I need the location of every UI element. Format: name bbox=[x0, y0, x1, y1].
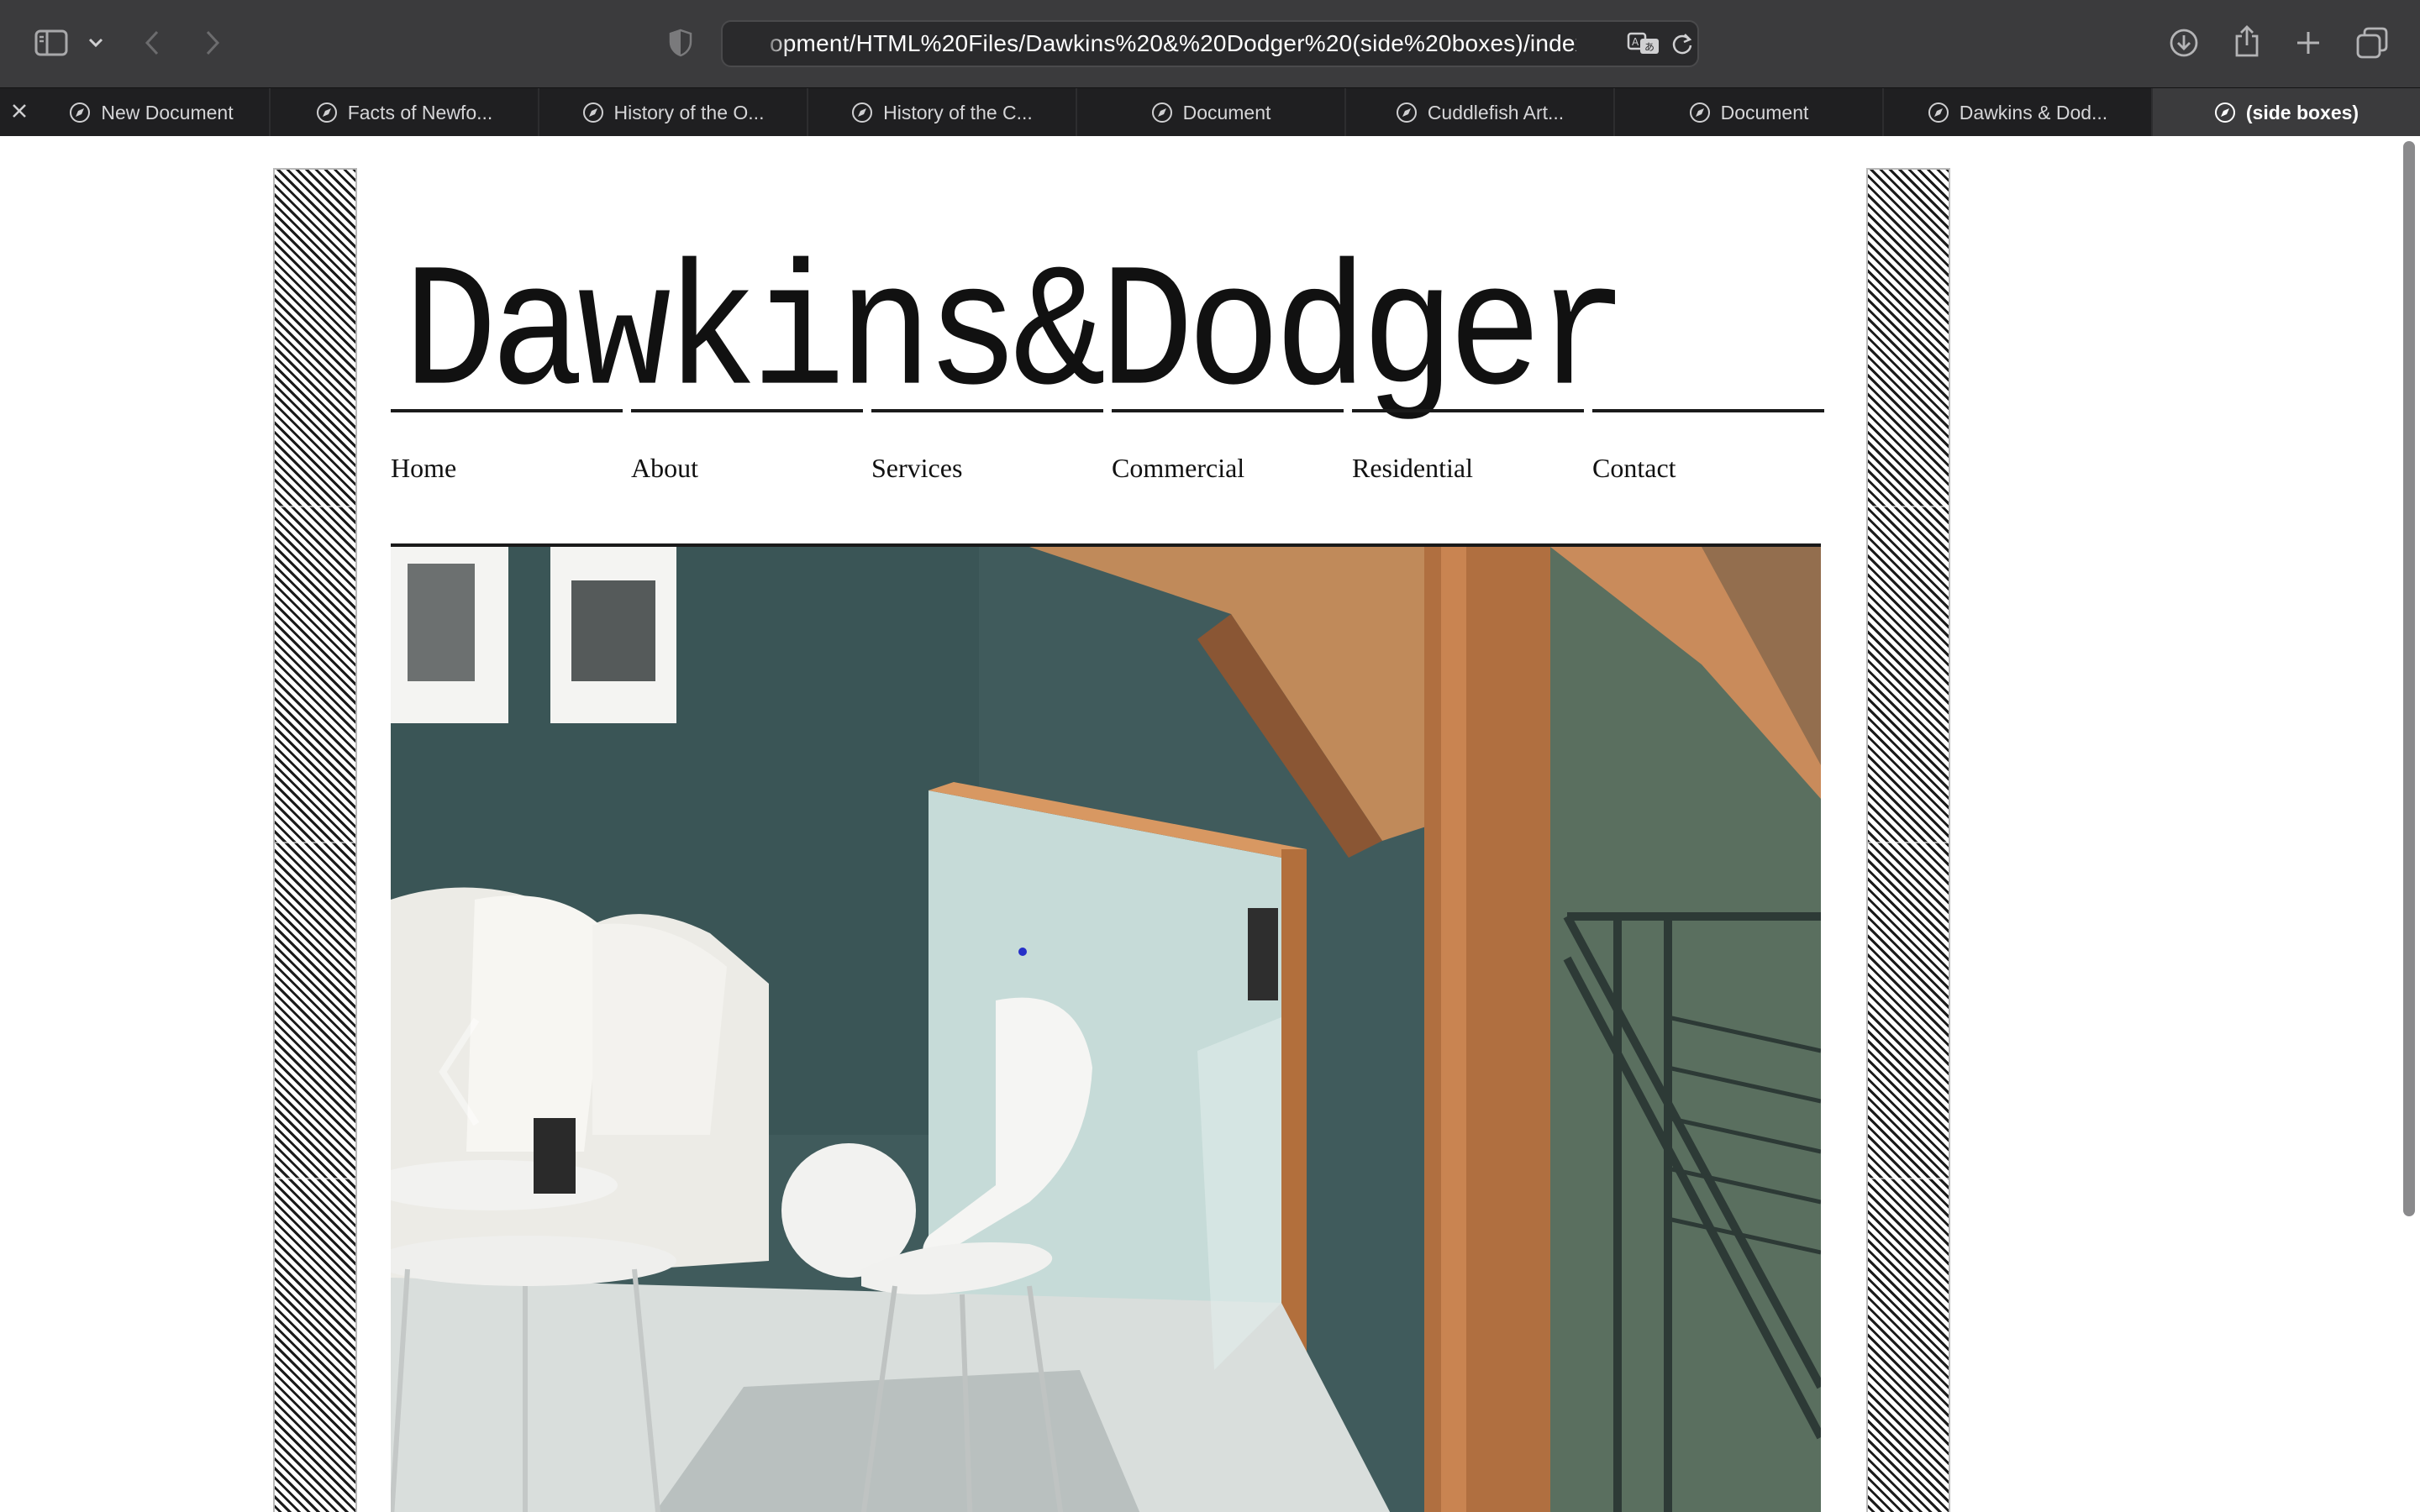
tab-label: History of the C... bbox=[883, 101, 1033, 123]
slider-prev-chevron-left-icon[interactable] bbox=[434, 1013, 485, 1131]
reload-icon[interactable] bbox=[1669, 30, 1696, 57]
nav-about[interactable]: About bbox=[631, 409, 863, 501]
nav-label[interactable]: Residential bbox=[1352, 453, 1473, 484]
nav-services[interactable]: Services bbox=[871, 409, 1103, 501]
forward-arrow-icon[interactable] bbox=[200, 25, 225, 60]
nav-home[interactable]: Home bbox=[391, 409, 623, 501]
nav-label[interactable]: Services bbox=[871, 453, 962, 484]
tab-label: Cuddlefish Art... bbox=[1427, 101, 1565, 123]
share-icon[interactable] bbox=[2230, 22, 2264, 60]
tab-label: Dawkins & Dod... bbox=[1959, 101, 2108, 123]
vertical-scrollbar[interactable] bbox=[2403, 141, 2415, 1216]
nav-contact[interactable]: Contact bbox=[1592, 409, 1824, 501]
url-text[interactable]: opment/HTML%20Files/Dawkins%20&%20Dodger… bbox=[770, 22, 1576, 66]
hero-slideshow-image bbox=[391, 543, 1821, 1512]
tab-history-of-the-o[interactable]: History of the O... bbox=[539, 88, 808, 137]
tab-document[interactable]: Document bbox=[1077, 88, 1346, 137]
compass-icon bbox=[1928, 102, 1949, 123]
tab-document-2[interactable]: Document bbox=[1615, 88, 1884, 137]
side-box-right bbox=[1866, 168, 1950, 1512]
compass-icon bbox=[70, 102, 91, 123]
nav-label[interactable]: Contact bbox=[1592, 453, 1676, 484]
browser-toolbar: opment/HTML%20Files/Dawkins%20&%20Dodger… bbox=[0, 0, 2420, 87]
url-fade bbox=[756, 25, 790, 62]
page-viewport: Dawkins&Dodger Home About Services Comme… bbox=[0, 136, 2420, 1512]
download-icon[interactable] bbox=[2166, 25, 2202, 60]
compass-icon bbox=[852, 102, 873, 123]
tab-label: Document bbox=[1182, 101, 1271, 123]
nav-commercial[interactable]: Commercial bbox=[1112, 409, 1344, 501]
svg-text:A: A bbox=[1632, 36, 1639, 48]
tab-label: History of the O... bbox=[613, 101, 765, 123]
compass-icon bbox=[1689, 102, 1710, 123]
tab-new-document[interactable]: New Document bbox=[34, 88, 271, 137]
compass-icon bbox=[582, 102, 603, 123]
tab-label: Document bbox=[1720, 101, 1809, 123]
tab-label: New Document bbox=[101, 101, 234, 123]
chevron-down-icon[interactable] bbox=[84, 32, 108, 54]
tab-facts-of-newfoundland[interactable]: Facts of Newfo... bbox=[271, 88, 539, 137]
tab-label: Facts of Newfo... bbox=[347, 101, 493, 123]
tabs-overview-icon[interactable] bbox=[2354, 25, 2390, 60]
nav-label[interactable]: Home bbox=[391, 453, 456, 484]
tab-bar: New Document Facts of Newfo... History o… bbox=[0, 87, 2420, 137]
plus-icon[interactable] bbox=[2292, 27, 2324, 59]
compass-icon bbox=[316, 102, 337, 123]
compass-icon bbox=[2214, 102, 2235, 123]
tab-cuddlefish-art[interactable]: Cuddlefish Art... bbox=[1346, 88, 1615, 137]
site-logo[interactable]: Dawkins&Dodger bbox=[403, 237, 1629, 435]
translate-icon[interactable]: Aあ bbox=[1627, 29, 1660, 59]
compass-icon bbox=[1396, 102, 1417, 123]
svg-text:あ: あ bbox=[1644, 41, 1655, 53]
tab-dawkins-dodger[interactable]: Dawkins & Dod... bbox=[1884, 88, 2153, 137]
sidebar-icon[interactable] bbox=[34, 27, 69, 59]
compass-icon bbox=[1151, 102, 1172, 123]
nav-label[interactable]: Commercial bbox=[1112, 453, 1244, 484]
address-bar[interactable]: opment/HTML%20Files/Dawkins%20&%20Dodger… bbox=[721, 20, 1699, 67]
nav-label[interactable]: About bbox=[631, 453, 698, 484]
tab-history-of-the-c[interactable]: History of the C... bbox=[808, 88, 1077, 137]
nav-residential[interactable]: Residential bbox=[1352, 409, 1584, 501]
tab-label: (side boxes) bbox=[2245, 101, 2360, 123]
close-tab-icon[interactable] bbox=[8, 100, 32, 123]
back-arrow-icon[interactable] bbox=[139, 25, 165, 60]
side-box-left bbox=[273, 168, 357, 1512]
tab-side-boxes[interactable]: (side boxes) bbox=[2153, 88, 2420, 137]
shield-icon[interactable] bbox=[667, 27, 694, 59]
